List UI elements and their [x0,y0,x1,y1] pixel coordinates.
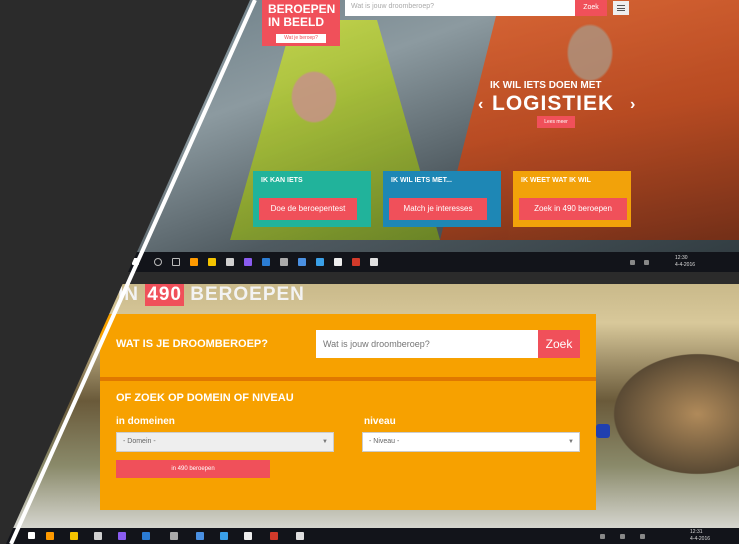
cta-card-kan-iets: IK KAN IETS Doe de beroepentest [253,171,371,227]
app-icon[interactable] [170,532,178,540]
taskbar-clock[interactable]: 12:31 4-4-2016 [690,529,710,543]
windows-start-icon[interactable] [28,532,35,539]
task-view-icon[interactable] [172,258,180,266]
app-icon[interactable] [118,532,126,540]
chrome-icon[interactable] [190,258,198,266]
hamburger-icon [617,5,625,11]
top-search-button[interactable]: Zoek [575,0,607,16]
dream-job-question: WAT IS JE DROOMBEROEP? [116,338,268,350]
brand-button[interactable]: Wat je beroep? [276,34,326,43]
top-screenshot: BEROEPEN IN BEELD Wat je beroep? Wat is … [120,0,739,272]
app-icon[interactable] [296,532,304,540]
settings-gear-icon[interactable] [94,532,102,540]
app-icon[interactable] [196,532,204,540]
app-icon[interactable] [220,532,228,540]
windows-taskbar-bottom: 12:31 4-4-2016 [0,528,739,544]
niveau-select[interactable]: - Niveau - ▼ [362,432,580,452]
app-icon[interactable] [244,532,252,540]
word-icon[interactable] [142,532,150,540]
chrome-icon[interactable] [46,532,54,540]
match-interesses-button[interactable]: Match je interesses [389,198,487,220]
panel-divider [100,377,596,381]
zoek-490-button[interactable]: Zoek in 490 beroepen [519,198,627,220]
app-icon[interactable] [370,258,378,266]
heading-suffix: BEROEPEN [190,284,305,305]
chevron-down-icon: ▼ [568,439,574,445]
taskbar-clock[interactable]: 12:30 4-4-2016 [675,255,695,269]
cta-title: IK WEET WAT IK WIL [521,177,591,184]
dream-job-search-input[interactable] [316,330,538,358]
heading-prefix: IN [118,284,139,305]
app-icon[interactable] [334,258,342,266]
word-icon[interactable] [262,258,270,266]
windows-start-icon[interactable] [132,258,139,265]
taskbar-time: 12:30 [675,255,688,261]
background-photo-detail [596,424,610,438]
chevron-down-icon: ▼ [322,439,328,445]
hamburger-menu-button[interactable] [613,1,629,15]
search-panel: WAT IS JE DROOMBEROEP? Zoek OF ZOEK OP D… [100,314,596,510]
settings-gear-icon[interactable] [226,258,234,266]
volume-icon[interactable] [644,260,649,265]
dream-job-search-button[interactable]: Zoek [538,330,580,358]
cta-title: IK WIL IETS MET... [391,177,452,184]
cta-card-wil-iets: IK WIL IETS MET... Match je interesses [383,171,501,227]
brand-logo[interactable]: BEROEPEN IN BEELD Wat je beroep? [262,0,340,46]
filter-heading: OF ZOEK OP DOMEIN OF NIVEAU [116,392,294,404]
cta-title: IK KAN IETS [261,177,303,184]
app-icon[interactable] [244,258,252,266]
domeinen-select[interactable]: - Domein - ▼ [116,432,334,452]
taskbar-time: 12:31 [690,529,703,535]
niveau-label: niveau [364,416,396,427]
page-heading: IN 490 BEROEPEN [118,284,305,306]
hero-title: LOGISTIEK [492,92,615,115]
cta-card-weet-wat: IK WEET WAT IK WIL Zoek in 490 beroepen [513,171,631,227]
powerpoint-icon[interactable] [352,258,360,266]
folder-icon[interactable] [70,532,78,540]
domeinen-label: in domeinen [116,416,175,427]
top-search-input[interactable]: Wat is jouw droomberoep? [345,0,585,16]
bottom-screenshot: IN 490 BEROEPEN WAT IS JE DROOMBEROEP? Z… [0,284,739,544]
hero-read-more-button[interactable]: Lees meer [537,116,575,128]
niveau-selected-value: - Niveau - [369,438,400,445]
carousel-next-icon[interactable]: › [630,96,635,114]
windows-taskbar-top: 12:30 4-4-2016 [120,252,739,272]
background-photo [600,344,739,484]
app-icon[interactable] [316,258,324,266]
search-490-beroepen-button[interactable]: in 490 beroepen [116,460,270,478]
network-icon[interactable] [600,534,605,539]
folder-icon[interactable] [208,258,216,266]
app-icon[interactable] [280,258,288,266]
heading-number: 490 [145,284,184,306]
beroepentest-button[interactable]: Doe de beroepentest [259,198,357,220]
powerpoint-icon[interactable] [270,532,278,540]
app-icon[interactable] [298,258,306,266]
taskbar-date: 4-4-2016 [675,262,696,268]
carousel-prev-icon[interactable]: ‹ [478,96,483,114]
volume-icon[interactable] [620,534,625,539]
taskbar-date: 4-4-2016 [690,536,711,542]
battery-icon[interactable] [640,534,645,539]
network-icon[interactable] [630,260,635,265]
search-icon[interactable] [154,258,162,266]
domeinen-selected-value: - Domein - [123,438,156,445]
brand-line-2: IN BEELD [268,15,325,29]
hero-subtitle: IK WIL IETS DOEN MET [490,80,602,91]
